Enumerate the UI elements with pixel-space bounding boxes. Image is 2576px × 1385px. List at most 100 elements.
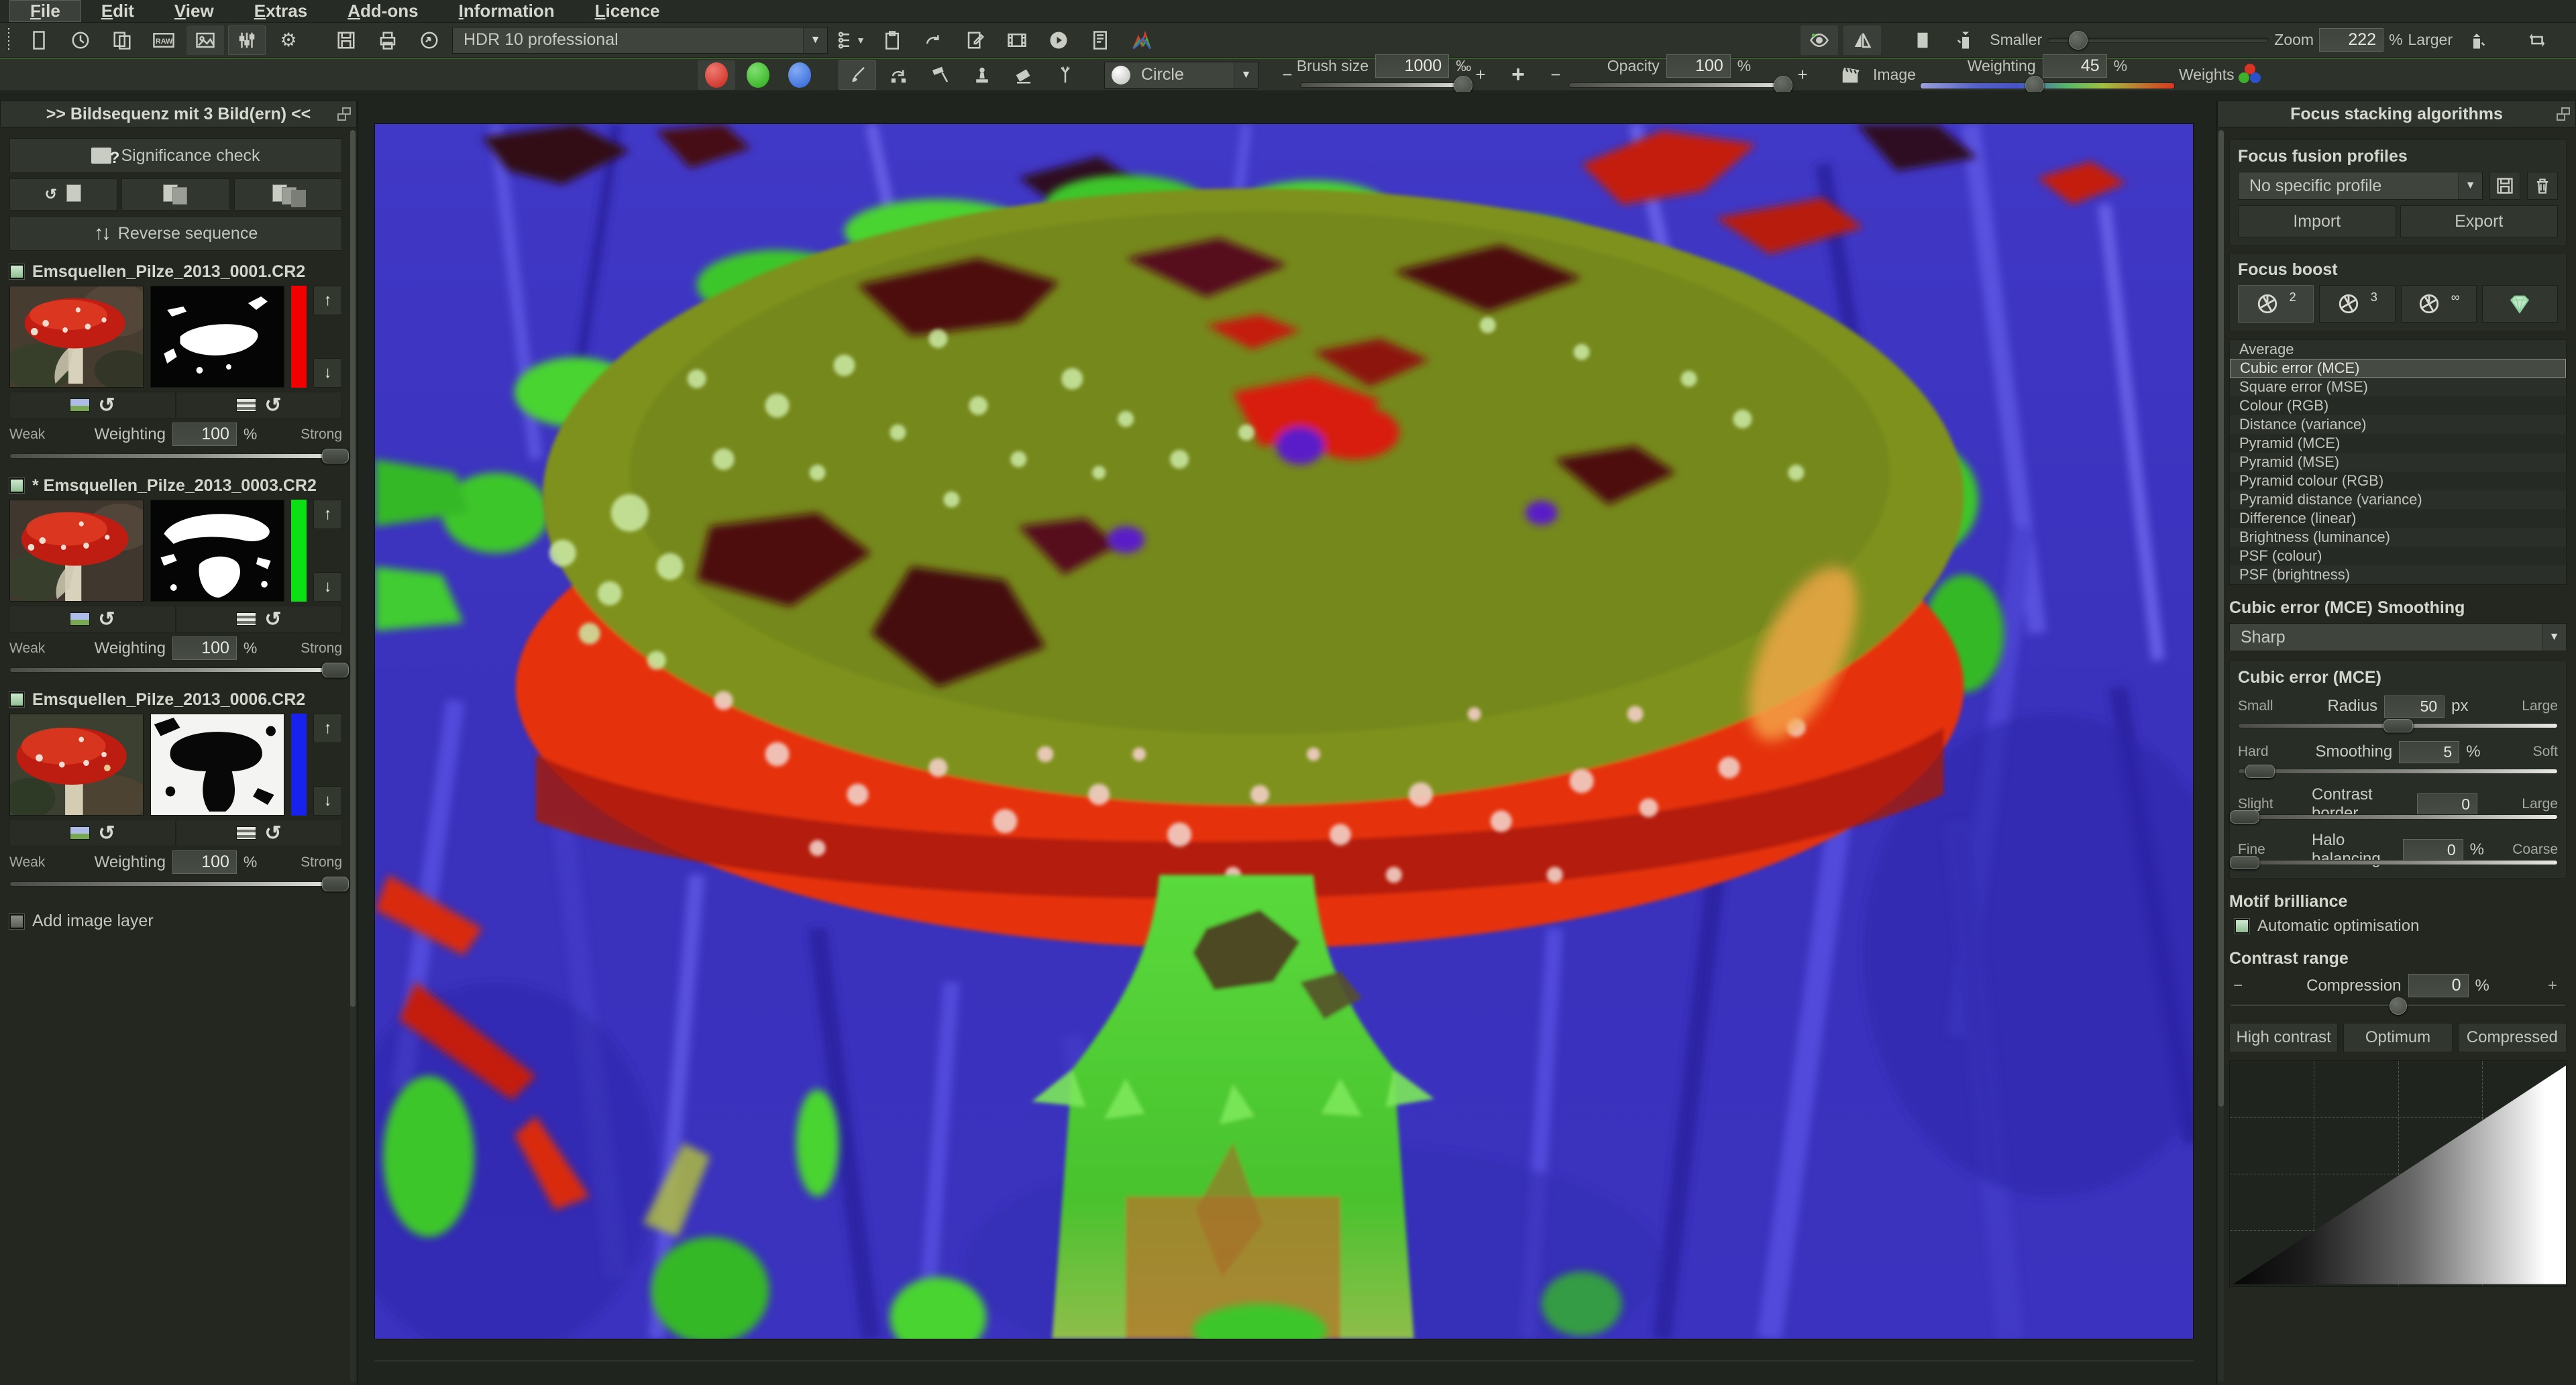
weighting-slider[interactable] <box>1920 76 2175 94</box>
smoothing-slider[interactable] <box>2238 764 2558 779</box>
algorithm-item[interactable]: Square error (MSE) <box>2230 378 2566 396</box>
node-tree-icon[interactable]: ▼ <box>832 25 869 55</box>
chevron-down-icon[interactable]: ▼ <box>856 35 865 46</box>
image-view-icon[interactable] <box>186 25 224 55</box>
zoom-value[interactable]: 222 <box>2319 28 2383 52</box>
halo-slider[interactable] <box>2238 855 2558 870</box>
sequence-panel-header[interactable]: >> Bildsequenz mit 3 Bild(ern) << <box>0 101 357 127</box>
algorithm-item[interactable]: Pyramid (MSE) <box>2230 453 2566 472</box>
layer-weighting-handle[interactable] <box>322 449 349 463</box>
compression-plus[interactable]: + <box>2540 977 2557 995</box>
refresh-icon[interactable]: ↺ <box>264 822 281 845</box>
weighting-value[interactable]: 45 <box>2043 54 2107 78</box>
layer-photo-thumbnail[interactable] <box>9 500 144 602</box>
effect-filters-icon[interactable] <box>228 25 266 55</box>
profile-dropdown[interactable]: No specific profile ▼ <box>2238 172 2483 200</box>
aperture-squared-button[interactable]: 2 <box>2238 285 2314 323</box>
smoothing-dropdown[interactable]: Sharp ▼ <box>2229 623 2567 651</box>
export-share-icon[interactable] <box>411 25 448 55</box>
opacity-value[interactable]: 100 <box>1666 54 1731 78</box>
play-icon[interactable] <box>1040 25 1077 55</box>
automatic-optimisation-row[interactable]: Automatic optimisation <box>2235 917 2567 936</box>
diamond-button[interactable] <box>2482 285 2558 323</box>
chevron-down-icon[interactable]: ▼ <box>2458 172 2482 199</box>
clone-tool-icon[interactable] <box>880 60 918 90</box>
compression-minus[interactable]: − <box>2229 977 2247 995</box>
zoom-slider[interactable] <box>2047 32 2269 49</box>
fit-width-icon[interactable] <box>2458 25 2496 55</box>
rotate-loop-icon[interactable] <box>2518 25 2556 55</box>
layer-move-up-button[interactable]: ↑ <box>313 714 342 743</box>
history-icon[interactable] <box>62 25 99 55</box>
algorithm-item[interactable]: Colour (RGB) <box>2230 396 2566 415</box>
layer-weighting-handle[interactable] <box>322 663 349 677</box>
refresh-icon[interactable]: ↺ <box>98 394 115 417</box>
export-button[interactable]: Export <box>2400 205 2559 237</box>
optimum-button[interactable]: Optimum <box>2343 1023 2452 1052</box>
algorithm-item[interactable]: PSF (colour) <box>2230 547 2566 565</box>
brush-size-value[interactable]: 1000 <box>1375 54 1449 78</box>
flip-compare-icon[interactable] <box>1843 25 1881 55</box>
significance-check-button[interactable]: ? Significance check <box>9 138 342 173</box>
high-contrast-button[interactable]: High contrast <box>2229 1023 2338 1052</box>
delete-profile-button[interactable] <box>2527 172 2558 200</box>
journal-icon[interactable] <box>1081 25 1119 55</box>
green-weight-button[interactable] <box>739 60 777 90</box>
filmstrip-icon[interactable] <box>998 25 1036 55</box>
opacity-minus[interactable]: − <box>1547 64 1564 85</box>
layer-visible-checkbox[interactable] <box>9 692 24 707</box>
layer-weighting-slider[interactable] <box>9 447 342 465</box>
refresh-icon[interactable]: ↺ <box>264 608 281 631</box>
image-canvas[interactable] <box>374 123 2194 1339</box>
red-weight-button[interactable] <box>698 60 735 90</box>
layer-mask-thumbnail[interactable] <box>150 286 284 388</box>
layer-photo-thumbnail[interactable] <box>9 286 144 388</box>
layer-photo-thumbnail[interactable] <box>9 714 144 816</box>
roller-tool-icon[interactable] <box>922 60 959 90</box>
right-panel-scrollbar[interactable] <box>2218 130 2224 1382</box>
settings-gear-icon[interactable]: ⚙ <box>270 25 307 55</box>
menu-edit[interactable]: Edit <box>81 0 154 22</box>
compression-slider[interactable] <box>2229 997 2567 1015</box>
weights-rgb-icon[interactable] <box>2239 64 2263 87</box>
detach-panel-icon[interactable] <box>2557 107 2570 121</box>
algorithm-item[interactable]: PSF (brightness) <box>2230 565 2566 584</box>
new-document-icon[interactable] <box>20 25 58 55</box>
algorithm-item[interactable]: Pyramid distance (variance) <box>2230 490 2566 509</box>
refresh-icon[interactable]: ↺ <box>98 822 115 845</box>
paste-icon[interactable] <box>873 25 911 55</box>
radius-handle[interactable] <box>2383 719 2413 732</box>
eraser-tool-icon[interactable] <box>1005 60 1042 90</box>
view-single-image-button[interactable]: ↺ <box>9 178 117 211</box>
print-icon[interactable] <box>369 25 407 55</box>
algorithm-item[interactable]: Average <box>2230 340 2566 359</box>
algorithm-item-selected[interactable]: Cubic error (MCE) <box>2230 359 2566 378</box>
algorithm-item[interactable]: Difference (linear) <box>2230 509 2566 528</box>
aperture-cubed-button[interactable]: 3 <box>2319 285 2395 323</box>
algorithm-item[interactable]: Distance (variance) <box>2230 415 2566 434</box>
raw-converter-icon[interactable]: RAW <box>145 25 182 55</box>
add-layer-checkbox[interactable] <box>9 914 24 929</box>
layer-move-up-button[interactable]: ↑ <box>313 500 342 529</box>
contrast-border-slider[interactable] <box>2238 810 2558 824</box>
layer-name[interactable]: Emsquellen_Pilze_2013_0001.CR2 <box>32 262 305 282</box>
layer-weighting-value[interactable]: 100 <box>172 423 237 446</box>
refresh-icon[interactable]: ↺ <box>264 394 281 417</box>
stamp-tool-icon[interactable] <box>963 60 1001 90</box>
algorithm-item[interactable]: Pyramid colour (RGB) <box>2230 472 2566 490</box>
compression-handle[interactable] <box>2390 997 2407 1015</box>
blue-weight-button[interactable] <box>781 60 818 90</box>
layer-weighting-value[interactable]: 100 <box>172 636 237 660</box>
radius-value[interactable]: 50 <box>2384 696 2445 718</box>
toolbar-drag-handle[interactable] <box>7 28 11 52</box>
menu-view[interactable]: View <box>154 0 234 22</box>
brush-shape-dropdown[interactable]: Circle ▼ <box>1104 62 1258 89</box>
chevron-down-icon[interactable]: ▼ <box>2542 624 2566 651</box>
reverse-sequence-button[interactable]: ↑↓ Reverse sequence <box>9 216 342 251</box>
menu-extras[interactable]: Extras <box>234 0 328 22</box>
preview-eye-icon[interactable] <box>1801 25 1838 55</box>
left-panel-scrollbar[interactable] <box>350 130 356 1382</box>
clapper-icon[interactable] <box>1831 60 1869 90</box>
layer-weighting-slider[interactable] <box>9 661 342 679</box>
smoothing-value[interactable]: 5 <box>2399 741 2459 763</box>
